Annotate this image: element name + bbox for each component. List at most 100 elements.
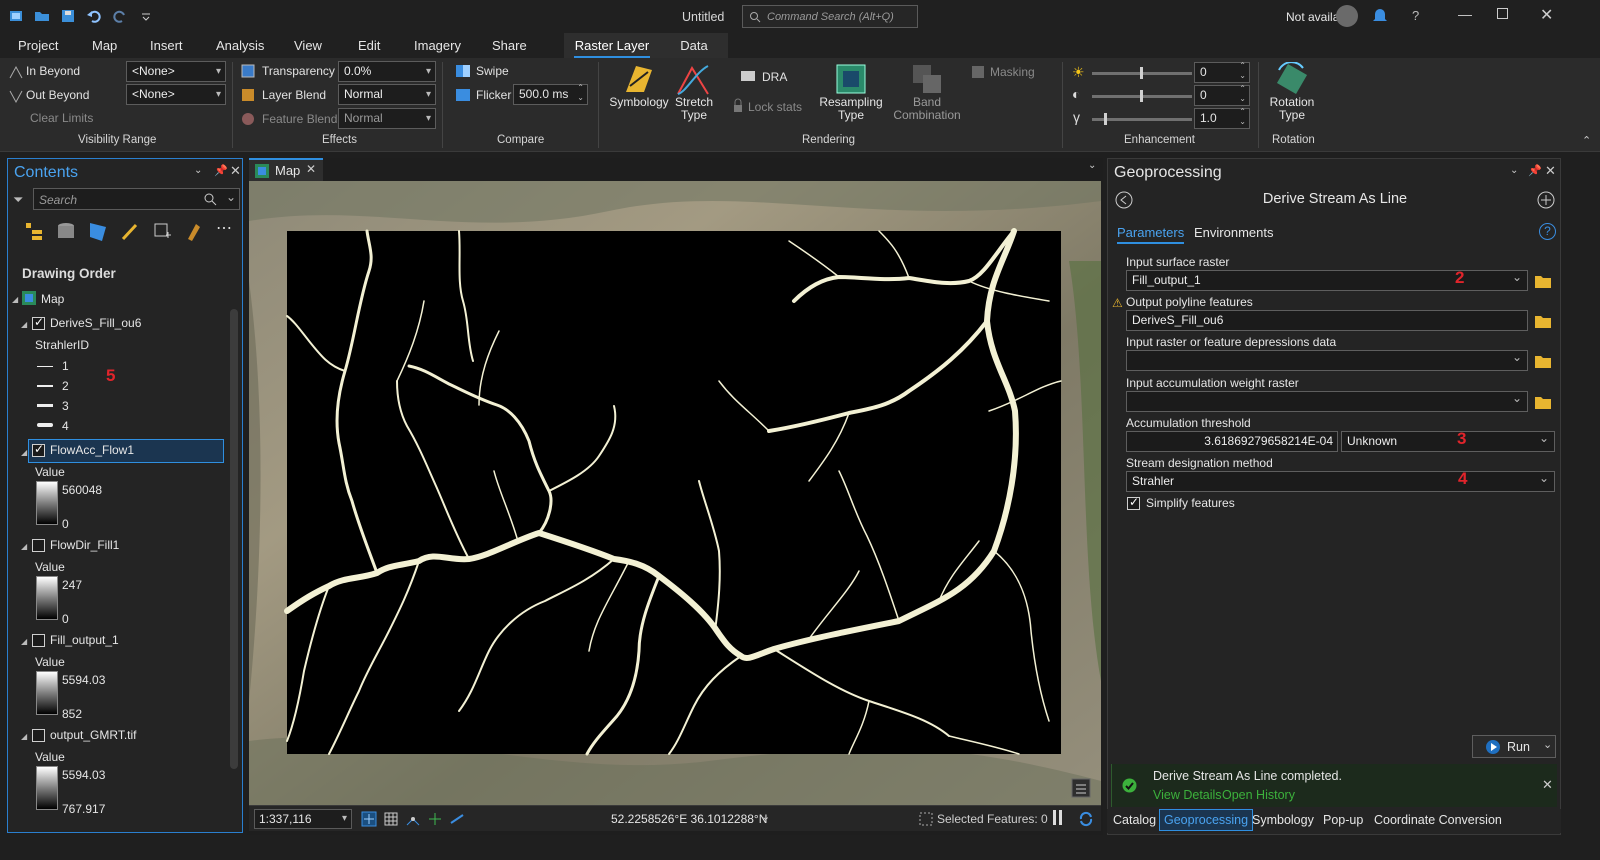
- clear-limits-button[interactable]: Clear Limits: [30, 111, 93, 125]
- in-beyond-select[interactable]: <None>: [126, 61, 226, 82]
- tab-catalog[interactable]: Catalog: [1113, 813, 1156, 827]
- map-view-tab[interactable]: Map ✕: [249, 158, 323, 181]
- chevron-down-icon[interactable]: ⌄: [226, 190, 236, 204]
- grid-icon[interactable]: [383, 811, 399, 827]
- threshold-unit-select[interactable]: Unknown: [1341, 429, 1555, 452]
- weight-select[interactable]: [1126, 389, 1528, 412]
- pin-icon[interactable]: 📌: [1528, 164, 1542, 177]
- open-history-link[interactable]: Open History: [1222, 788, 1295, 802]
- tab-geoprocessing[interactable]: Geoprocessing: [1159, 809, 1254, 831]
- brightness-slider[interactable]: [1092, 67, 1192, 79]
- tab-edit[interactable]: Edit: [350, 33, 388, 58]
- view-details-link[interactable]: View Details: [1153, 788, 1222, 802]
- close-pane-icon[interactable]: ✕: [230, 163, 241, 179]
- close-tab-icon[interactable]: ✕: [306, 162, 316, 176]
- new-project-icon[interactable]: [6, 6, 26, 26]
- map-overview-button[interactable]: [1071, 778, 1091, 798]
- map-node[interactable]: Map: [41, 292, 64, 306]
- list-by-labeling-icon[interactable]: [184, 221, 204, 243]
- tab-map[interactable]: Map: [84, 33, 125, 58]
- snapping-icon[interactable]: [405, 811, 421, 827]
- tab-data[interactable]: Data: [660, 33, 728, 58]
- layer-flow-direction[interactable]: FlowDir_Fill1: [50, 538, 119, 552]
- command-search-input[interactable]: Command Search (Alt+Q): [742, 5, 918, 28]
- help-icon[interactable]: ?: [1412, 8, 1419, 23]
- simplify-checkbox[interactable]: [1127, 495, 1140, 510]
- tab-symbology[interactable]: Symbology: [1252, 813, 1314, 827]
- layer-derive-streams[interactable]: DeriveS_Fill_ou6: [50, 316, 141, 330]
- tab-imagery[interactable]: Imagery: [406, 33, 469, 58]
- out-beyond-select[interactable]: <None>: [126, 84, 226, 105]
- coordinate-format-chevron-icon[interactable]: ⌄: [761, 810, 770, 823]
- layer-visibility-checkbox[interactable]: [32, 315, 45, 330]
- output-polyline-input[interactable]: DeriveS_Fill_ou6: [1126, 310, 1528, 331]
- pin-icon[interactable]: 📌: [214, 164, 228, 177]
- browse-folder-icon[interactable]: [1535, 354, 1551, 368]
- pane-options-icon[interactable]: ⌄: [1510, 165, 1518, 176]
- layer-fill-output[interactable]: Fill_output_1: [50, 633, 119, 647]
- contents-scrollbar[interactable]: [230, 309, 238, 769]
- open-folder-icon[interactable]: [32, 6, 52, 26]
- flicker-interval-input[interactable]: 500.0 ms: [513, 83, 588, 105]
- pause-drawing-icon[interactable]: [1053, 810, 1056, 825]
- brightness-slider-knob[interactable]: [1140, 67, 1143, 79]
- close-window-icon[interactable]: ✕: [1540, 5, 1553, 25]
- add-icon[interactable]: [1537, 191, 1555, 209]
- close-pane-icon[interactable]: ✕: [1545, 163, 1556, 179]
- browse-folder-icon[interactable]: [1535, 314, 1551, 328]
- method-select[interactable]: Strahler: [1126, 469, 1555, 492]
- fixed-zoom-icon[interactable]: [361, 811, 377, 827]
- contrast-input[interactable]: 0: [1194, 84, 1250, 106]
- dismiss-message-icon[interactable]: ✕: [1542, 777, 1553, 793]
- coordinate-readout[interactable]: 52.2258526°E 36.1012288°N: [611, 812, 767, 826]
- tab-popup[interactable]: Pop-up: [1323, 813, 1363, 827]
- swipe-button[interactable]: Swipe: [476, 64, 509, 78]
- tab-environments[interactable]: Environments: [1194, 225, 1273, 240]
- rotation-type-button[interactable]: Rotation Type: [1262, 96, 1322, 122]
- tab-raster-layer[interactable]: Raster Layer: [564, 33, 660, 58]
- gamma-slider[interactable]: [1092, 113, 1192, 125]
- customize-qat-icon[interactable]: [136, 6, 156, 26]
- more-options-icon[interactable]: ⋯: [216, 221, 232, 243]
- tab-project[interactable]: Project: [10, 33, 66, 58]
- list-by-selection-icon[interactable]: [88, 221, 108, 243]
- contrast-slider-knob[interactable]: [1140, 90, 1143, 102]
- resampling-type-button[interactable]: Resampling Type: [814, 96, 888, 122]
- filter-icon[interactable]: ⏷: [13, 192, 23, 208]
- tab-analysis[interactable]: Analysis: [208, 33, 272, 58]
- lock-stats-button[interactable]: Lock stats: [748, 100, 802, 114]
- layer-blend-select[interactable]: Normal: [338, 84, 436, 105]
- dra-button[interactable]: DRA: [762, 70, 787, 84]
- expand-layer-icon[interactable]: ◢: [21, 542, 27, 551]
- avatar[interactable]: [1336, 5, 1358, 27]
- transparency-select[interactable]: 0.0%: [338, 61, 436, 82]
- tab-list-chevron-icon[interactable]: ⌄: [1088, 160, 1096, 171]
- map-canvas[interactable]: [249, 181, 1101, 805]
- expand-layer-icon[interactable]: ◢: [21, 320, 27, 329]
- help-icon[interactable]: ?: [1539, 223, 1556, 240]
- contents-search-input[interactable]: Search ⌄: [33, 188, 240, 210]
- tab-view[interactable]: View: [286, 33, 330, 58]
- redo-icon[interactable]: [110, 6, 130, 26]
- tab-insert[interactable]: Insert: [142, 33, 191, 58]
- gamma-slider-knob[interactable]: [1104, 113, 1107, 125]
- save-icon[interactable]: [58, 6, 78, 26]
- chevron-down-icon[interactable]: ⌄: [1543, 738, 1552, 751]
- browse-folder-icon[interactable]: [1535, 274, 1551, 288]
- masking-button[interactable]: Masking: [990, 65, 1035, 79]
- list-by-drawing-order-icon[interactable]: [24, 221, 44, 243]
- gamma-input[interactable]: 1.0: [1194, 107, 1250, 129]
- stretch-type-button[interactable]: Stretch Type: [672, 96, 716, 122]
- contrast-slider[interactable]: [1092, 90, 1192, 102]
- layer-visibility-checkbox[interactable]: [32, 729, 45, 742]
- refresh-icon[interactable]: [1077, 810, 1095, 828]
- layer-gmrt-output[interactable]: output_GMRT.tif: [50, 728, 136, 742]
- tab-coordinate-conversion[interactable]: Coordinate Conversion: [1374, 813, 1502, 827]
- maximize-icon[interactable]: [1497, 8, 1508, 19]
- expand-layer-icon[interactable]: ◢: [21, 448, 27, 457]
- expand-layer-icon[interactable]: ◢: [21, 732, 27, 741]
- undo-icon[interactable]: [84, 6, 104, 26]
- layer-visibility-checkbox[interactable]: [32, 442, 45, 457]
- constraint-icon[interactable]: [427, 811, 443, 827]
- expand-map-icon[interactable]: ◢: [12, 295, 18, 304]
